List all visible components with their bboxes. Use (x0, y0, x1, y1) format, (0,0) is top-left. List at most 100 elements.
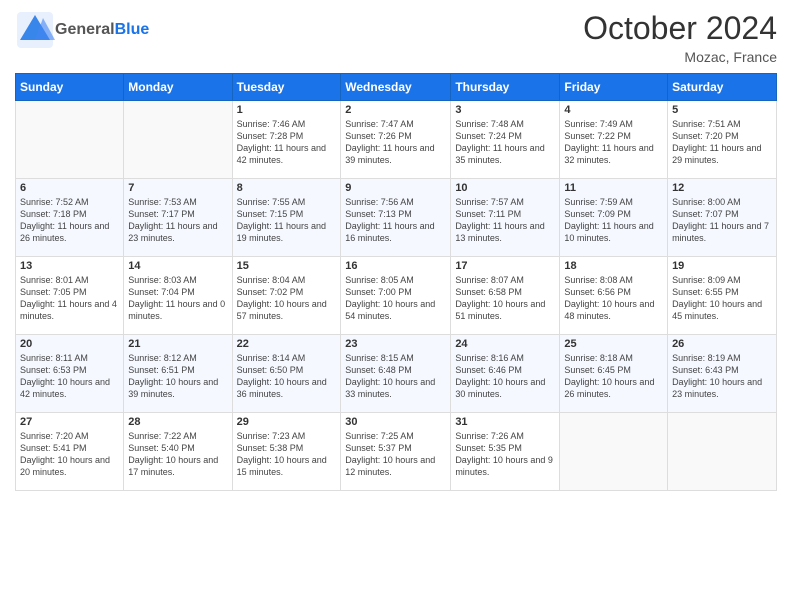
day-number: 16 (345, 260, 446, 272)
day-number: 31 (455, 416, 555, 428)
day-number: 5 (672, 104, 772, 116)
day-info: Sunrise: 7:51 AM Sunset: 7:20 PM Dayligh… (672, 118, 772, 167)
location: Mozac, France (583, 49, 777, 65)
logo: General Blue (15, 10, 149, 50)
calendar-cell (668, 413, 777, 491)
day-number: 8 (237, 182, 337, 194)
day-number: 27 (20, 416, 119, 428)
calendar-cell: 25 Sunrise: 8:18 AM Sunset: 6:45 PM Dayli… (560, 335, 668, 413)
day-info: Sunrise: 7:20 AM Sunset: 5:41 PM Dayligh… (20, 430, 119, 479)
day-number: 24 (455, 338, 555, 350)
calendar-cell: 20Sunrise: 8:11 AM Sunset: 6:53 PM Dayli… (16, 335, 124, 413)
day-number: 2 (345, 104, 446, 116)
day-info: Sunrise: 8:07 AM Sunset: 6:58 PM Dayligh… (455, 274, 555, 323)
day-number: 10 (455, 182, 555, 194)
day-info: Sunrise: 7:59 AM Sunset: 7:09 PM Dayligh… (564, 196, 663, 245)
day-number: 22 (237, 338, 337, 350)
calendar-cell: 11 Sunrise: 7:59 AM Sunset: 7:09 PM Dayli… (560, 179, 668, 257)
day-info: Sunrise: 7:26 AM Sunset: 5:35 PM Dayligh… (455, 430, 555, 479)
calendar-cell: 28 Sunrise: 7:22 AM Sunset: 5:40 PM Dayli… (124, 413, 232, 491)
calendar-cell (16, 101, 124, 179)
day-number: 7 (128, 182, 227, 194)
calendar-cell: 2 Sunrise: 7:47 AM Sunset: 7:26 PM Daylig… (341, 101, 451, 179)
calendar-week-1: 6Sunrise: 7:52 AM Sunset: 7:18 PM Daylig… (16, 179, 777, 257)
day-number: 12 (672, 182, 772, 194)
title-area: October 2024 Mozac, France (583, 10, 777, 65)
day-number: 17 (455, 260, 555, 272)
day-info: Sunrise: 7:52 AM Sunset: 7:18 PM Dayligh… (20, 196, 119, 245)
day-number: 13 (20, 260, 119, 272)
day-number: 1 (237, 104, 337, 116)
day-number: 30 (345, 416, 446, 428)
day-number: 14 (128, 260, 227, 272)
header-wednesday: Wednesday (341, 74, 451, 101)
day-info: Sunrise: 8:18 AM Sunset: 6:45 PM Dayligh… (564, 352, 663, 401)
day-info: Sunrise: 7:57 AM Sunset: 7:11 PM Dayligh… (455, 196, 555, 245)
calendar-cell: 4 Sunrise: 7:49 AM Sunset: 7:22 PM Daylig… (560, 101, 668, 179)
calendar-cell: 14Sunrise: 8:03 AM Sunset: 7:04 PM Dayli… (124, 257, 232, 335)
day-info: Sunrise: 7:55 AM Sunset: 7:15 PM Dayligh… (237, 196, 337, 245)
header-saturday: Saturday (668, 74, 777, 101)
calendar-cell: 8 Sunrise: 7:55 AM Sunset: 7:15 PM Daylig… (232, 179, 341, 257)
calendar-cell: 17 Sunrise: 8:07 AM Sunset: 6:58 PM Dayli… (451, 257, 560, 335)
day-info: Sunrise: 8:09 AM Sunset: 6:55 PM Dayligh… (672, 274, 772, 323)
day-info: Sunrise: 8:04 AM Sunset: 7:02 PM Dayligh… (237, 274, 337, 323)
day-info: Sunrise: 7:22 AM Sunset: 5:40 PM Dayligh… (128, 430, 227, 479)
calendar-week-3: 20Sunrise: 8:11 AM Sunset: 6:53 PM Dayli… (16, 335, 777, 413)
calendar-cell: 1 Sunrise: 7:46 AM Sunset: 7:28 PM Daylig… (232, 101, 341, 179)
day-info: Sunrise: 7:48 AM Sunset: 7:24 PM Dayligh… (455, 118, 555, 167)
calendar-cell: 29Sunrise: 7:23 AM Sunset: 5:38 PM Dayli… (232, 413, 341, 491)
day-number: 15 (237, 260, 337, 272)
day-number: 11 (564, 182, 663, 194)
calendar-cell: 7 Sunrise: 7:53 AM Sunset: 7:17 PM Daylig… (124, 179, 232, 257)
calendar-week-0: 1 Sunrise: 7:46 AM Sunset: 7:28 PM Daylig… (16, 101, 777, 179)
day-info: Sunrise: 8:15 AM Sunset: 6:48 PM Dayligh… (345, 352, 446, 401)
day-number: 28 (128, 416, 227, 428)
day-number: 19 (672, 260, 772, 272)
calendar-cell: 30 Sunrise: 7:25 AM Sunset: 5:37 PM Dayli… (341, 413, 451, 491)
header: General Blue October 2024 Mozac, France (15, 10, 777, 65)
header-thursday: Thursday (451, 74, 560, 101)
page: General Blue October 2024 Mozac, France … (0, 0, 792, 612)
calendar-cell: 13 Sunrise: 8:01 AM Sunset: 7:05 PM Dayli… (16, 257, 124, 335)
calendar-week-2: 13 Sunrise: 8:01 AM Sunset: 7:05 PM Dayli… (16, 257, 777, 335)
day-info: Sunrise: 7:53 AM Sunset: 7:17 PM Dayligh… (128, 196, 227, 245)
calendar-cell: 19 Sunrise: 8:09 AM Sunset: 6:55 PM Dayli… (668, 257, 777, 335)
header-sunday: Sunday (16, 74, 124, 101)
logo-blue: Blue (115, 21, 150, 39)
calendar-week-4: 27 Sunrise: 7:20 AM Sunset: 5:41 PM Dayli… (16, 413, 777, 491)
day-info: Sunrise: 8:11 AM Sunset: 6:53 PM Dayligh… (20, 352, 119, 401)
day-number: 18 (564, 260, 663, 272)
logo-general: General (55, 21, 115, 39)
calendar-cell: 23Sunrise: 8:15 AM Sunset: 6:48 PM Dayli… (341, 335, 451, 413)
calendar-cell: 16 Sunrise: 8:05 AM Sunset: 7:00 PM Dayli… (341, 257, 451, 335)
calendar-table: Sunday Monday Tuesday Wednesday Thursday… (15, 73, 777, 491)
day-info: Sunrise: 7:46 AM Sunset: 7:28 PM Dayligh… (237, 118, 337, 167)
calendar-cell: 5 Sunrise: 7:51 AM Sunset: 7:20 PM Daylig… (668, 101, 777, 179)
calendar-cell (124, 101, 232, 179)
day-info: Sunrise: 7:47 AM Sunset: 7:26 PM Dayligh… (345, 118, 446, 167)
day-info: Sunrise: 8:12 AM Sunset: 6:51 PM Dayligh… (128, 352, 227, 401)
day-info: Sunrise: 8:05 AM Sunset: 7:00 PM Dayligh… (345, 274, 446, 323)
day-number: 4 (564, 104, 663, 116)
day-info: Sunrise: 8:01 AM Sunset: 7:05 PM Dayligh… (20, 274, 119, 323)
calendar-cell: 27 Sunrise: 7:20 AM Sunset: 5:41 PM Dayli… (16, 413, 124, 491)
day-number: 3 (455, 104, 555, 116)
calendar-cell: 3 Sunrise: 7:48 AM Sunset: 7:24 PM Daylig… (451, 101, 560, 179)
weekday-header-row: Sunday Monday Tuesday Wednesday Thursday… (16, 74, 777, 101)
calendar-cell: 26Sunrise: 8:19 AM Sunset: 6:43 PM Dayli… (668, 335, 777, 413)
calendar-cell: 24Sunrise: 8:16 AM Sunset: 6:46 PM Dayli… (451, 335, 560, 413)
day-info: Sunrise: 7:49 AM Sunset: 7:22 PM Dayligh… (564, 118, 663, 167)
month-title: October 2024 (583, 10, 777, 47)
logo-icon (15, 10, 55, 50)
header-monday: Monday (124, 74, 232, 101)
header-friday: Friday (560, 74, 668, 101)
calendar-cell (560, 413, 668, 491)
calendar-cell: 9Sunrise: 7:56 AM Sunset: 7:13 PM Daylig… (341, 179, 451, 257)
day-info: Sunrise: 7:25 AM Sunset: 5:37 PM Dayligh… (345, 430, 446, 479)
day-number: 26 (672, 338, 772, 350)
day-number: 29 (237, 416, 337, 428)
day-number: 21 (128, 338, 227, 350)
day-number: 9 (345, 182, 446, 194)
day-number: 25 (564, 338, 663, 350)
